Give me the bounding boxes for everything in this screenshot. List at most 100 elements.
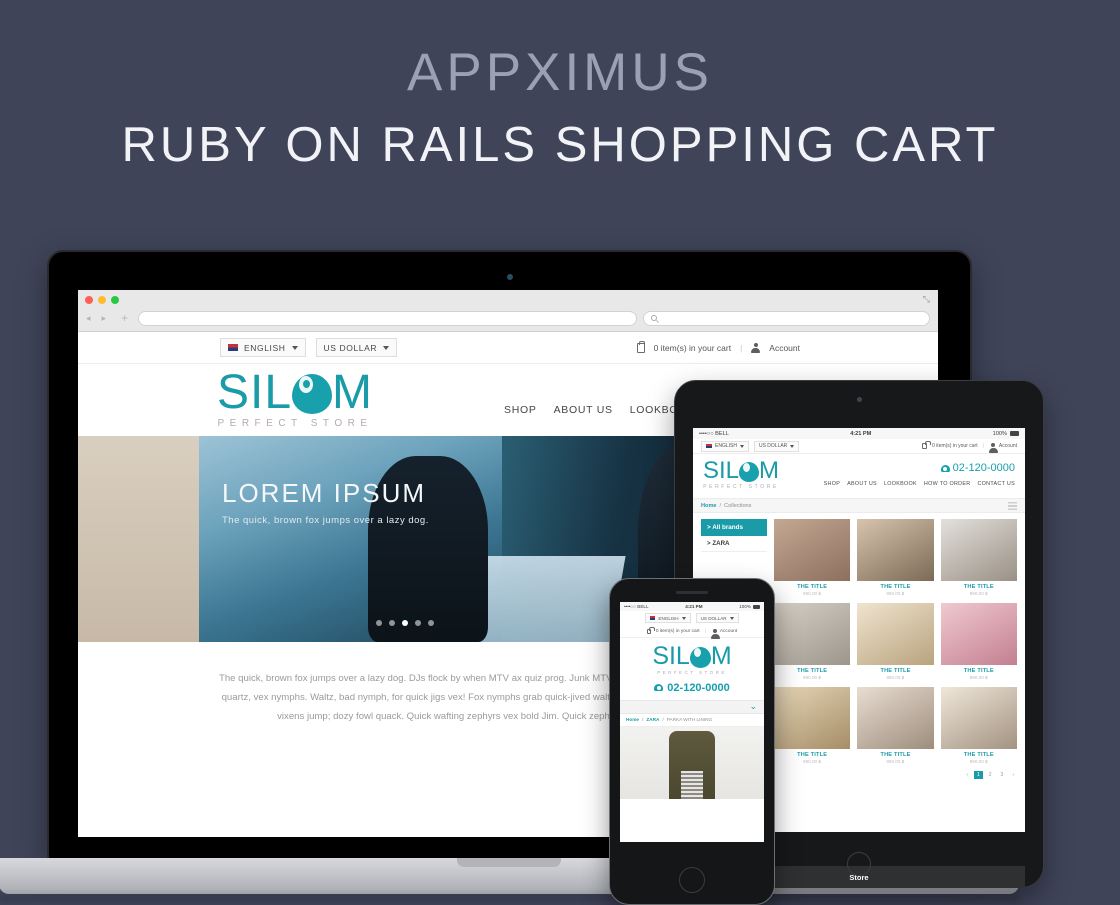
cart-icon[interactable] [636, 340, 646, 353]
currency-value: US DOLLAR [323, 342, 378, 353]
account-icon[interactable] [988, 443, 998, 453]
pagination-next[interactable]: › [1009, 771, 1017, 779]
us-flag-icon [706, 444, 712, 448]
cart-label[interactable]: 0 item(s) in your cart [932, 443, 978, 449]
sidebar-item-zara[interactable]: > ZARA [701, 536, 767, 552]
nav-item-contact-us[interactable]: CONTACT US [977, 481, 1015, 487]
browser-search-input[interactable] [643, 310, 930, 326]
back-button[interactable]: ◂ [86, 313, 96, 324]
breadcrumb-home[interactable]: Home [626, 717, 639, 722]
logo-orb-icon [689, 646, 711, 668]
language-selector[interactable]: ENGLISH [701, 440, 749, 452]
language-value: ENGLISH [658, 615, 679, 621]
cart-label[interactable]: 0 item(s) in your cart [656, 629, 700, 634]
phone-account-row: 0 item(s) in your cart | Account [620, 625, 764, 639]
divider: | [982, 443, 984, 449]
pagination-prev[interactable]: ‹ [963, 771, 971, 779]
currency-selector[interactable]: US DOLLAR [753, 440, 800, 452]
nav-item-about-us[interactable]: ABOUT US [554, 404, 613, 416]
site-logo[interactable]: SIL M PERFECT STORE [217, 366, 373, 429]
slider-dot[interactable] [428, 620, 434, 626]
expand-icon[interactable]: ⤡ [923, 294, 930, 305]
list-view-icon[interactable] [1008, 501, 1017, 510]
sidebar-item-all-brands[interactable]: > All brands [701, 519, 767, 536]
logo-text-left: SIL [217, 366, 293, 420]
phone-site-logo[interactable]: SIL M PERFECT STORE [620, 638, 764, 675]
cart-icon[interactable] [646, 626, 656, 634]
product-card[interactable]: THE TITLE 990.00 ฿ [857, 603, 934, 681]
slider-dot[interactable] [376, 620, 382, 626]
close-icon[interactable] [85, 295, 93, 304]
language-selector[interactable]: ENGLISH [645, 613, 691, 623]
product-title: THE TITLE [797, 584, 828, 590]
hero-heading: LOREM IPSUM [222, 478, 427, 508]
cart-icon[interactable] [922, 441, 931, 449]
nav-item-shop[interactable]: SHOP [504, 404, 537, 416]
currency-value: US DOLLAR [758, 443, 788, 449]
nav-item-how-to-order[interactable]: HOW TO ORDER [924, 481, 971, 487]
slider-dot-active[interactable] [402, 620, 408, 626]
carrier-label: ••••○○ BELL [624, 604, 649, 609]
pagination-page-3[interactable]: 3 [998, 771, 1007, 779]
product-card[interactable]: THE TITLE 990.00 ฿ [774, 603, 851, 681]
breadcrumb-home[interactable]: Home [701, 503, 717, 509]
hero-caption: LOREM IPSUM The quick, brown fox jumps o… [222, 478, 429, 526]
slider-dot[interactable] [415, 620, 421, 626]
logo-text-left: SIL [652, 642, 690, 670]
forward-button[interactable]: ▸ [102, 313, 112, 324]
divider: | [704, 628, 706, 634]
product-card[interactable]: THE TITLE 990.00 ฿ [774, 687, 851, 765]
product-title: THE TITLE [963, 668, 994, 674]
nav-item-lookbook[interactable]: LOOKBOOK [884, 481, 917, 487]
language-selector[interactable]: ENGLISH [220, 338, 306, 357]
phone-selectors: ENGLISH US DOLLAR [620, 611, 764, 625]
cart-label[interactable]: 0 item(s) in your cart [654, 343, 731, 353]
search-icon [651, 315, 657, 321]
product-price: 990.00 ฿ [886, 759, 905, 764]
account-icon[interactable] [710, 628, 720, 639]
pagination-page-1[interactable]: 1 [973, 771, 983, 779]
product-card[interactable]: THE TITLE 990.00 ฿ [857, 687, 934, 765]
product-title: THE TITLE [797, 668, 828, 674]
tablet-home-button[interactable] [847, 852, 871, 876]
address-input[interactable] [138, 310, 637, 326]
chevron-down-icon [681, 616, 686, 620]
account-label[interactable]: Account [999, 443, 1017, 449]
product-card[interactable]: THE TITLE 990.00 ฿ [940, 519, 1017, 597]
nav-item-about-us[interactable]: ABOUT US [847, 481, 877, 487]
product-title: THE TITLE [963, 752, 994, 758]
zoom-icon[interactable] [111, 295, 119, 304]
minimize-icon[interactable] [98, 295, 106, 304]
product-card[interactable]: THE TITLE 990.00 ฿ [940, 603, 1017, 681]
account-label[interactable]: Account [769, 343, 800, 353]
product-title: THE TITLE [880, 584, 911, 590]
product-price: 990.00 ฿ [969, 759, 988, 764]
phone-menu-toggle[interactable]: ⌄ [620, 699, 764, 714]
phone-header-phone-number[interactable]: 02-120-0000 [620, 682, 764, 694]
tablet-topbar-right: 0 item(s) in your cart | Account [922, 441, 1017, 453]
chevron-down-icon: ⌄ [749, 701, 757, 712]
account-label[interactable]: Account [720, 629, 737, 634]
product-thumbnail [940, 687, 1017, 749]
phone-home-button[interactable] [679, 867, 705, 893]
header-phone-number[interactable]: 02-120-0000 [940, 462, 1015, 474]
hero-subheading: The quick, brown fox jumps over a lazy d… [222, 515, 429, 526]
product-card[interactable]: THE TITLE 990.00 ฿ [940, 687, 1017, 765]
currency-selector[interactable]: US DOLLAR [695, 613, 739, 623]
tablet-site-logo[interactable]: SIL M PERFECT STORE [703, 459, 779, 490]
nav-item-shop[interactable]: SHOP [824, 481, 840, 487]
new-tab-button[interactable]: + [117, 311, 132, 325]
product-card[interactable]: THE TITLE 990.00 ฿ [774, 519, 851, 597]
slider-dot[interactable] [389, 620, 395, 626]
account-icon[interactable] [751, 342, 761, 353]
product-title: THE TITLE [880, 752, 911, 758]
breadcrumb-brand[interactable]: ZARA [646, 717, 659, 722]
logo-wordmark: SIL M [217, 366, 373, 420]
product-card[interactable]: THE TITLE 990.00 ฿ [857, 519, 934, 597]
laptop-shadow [0, 894, 1019, 902]
breadcrumb: Home / ZARA / PARKA WITH LINING [620, 713, 764, 727]
slider-dots[interactable] [376, 620, 434, 626]
currency-selector[interactable]: US DOLLAR [315, 338, 398, 357]
product-price: 990.00 ฿ [886, 591, 905, 596]
pagination-page-2[interactable]: 2 [986, 771, 995, 779]
